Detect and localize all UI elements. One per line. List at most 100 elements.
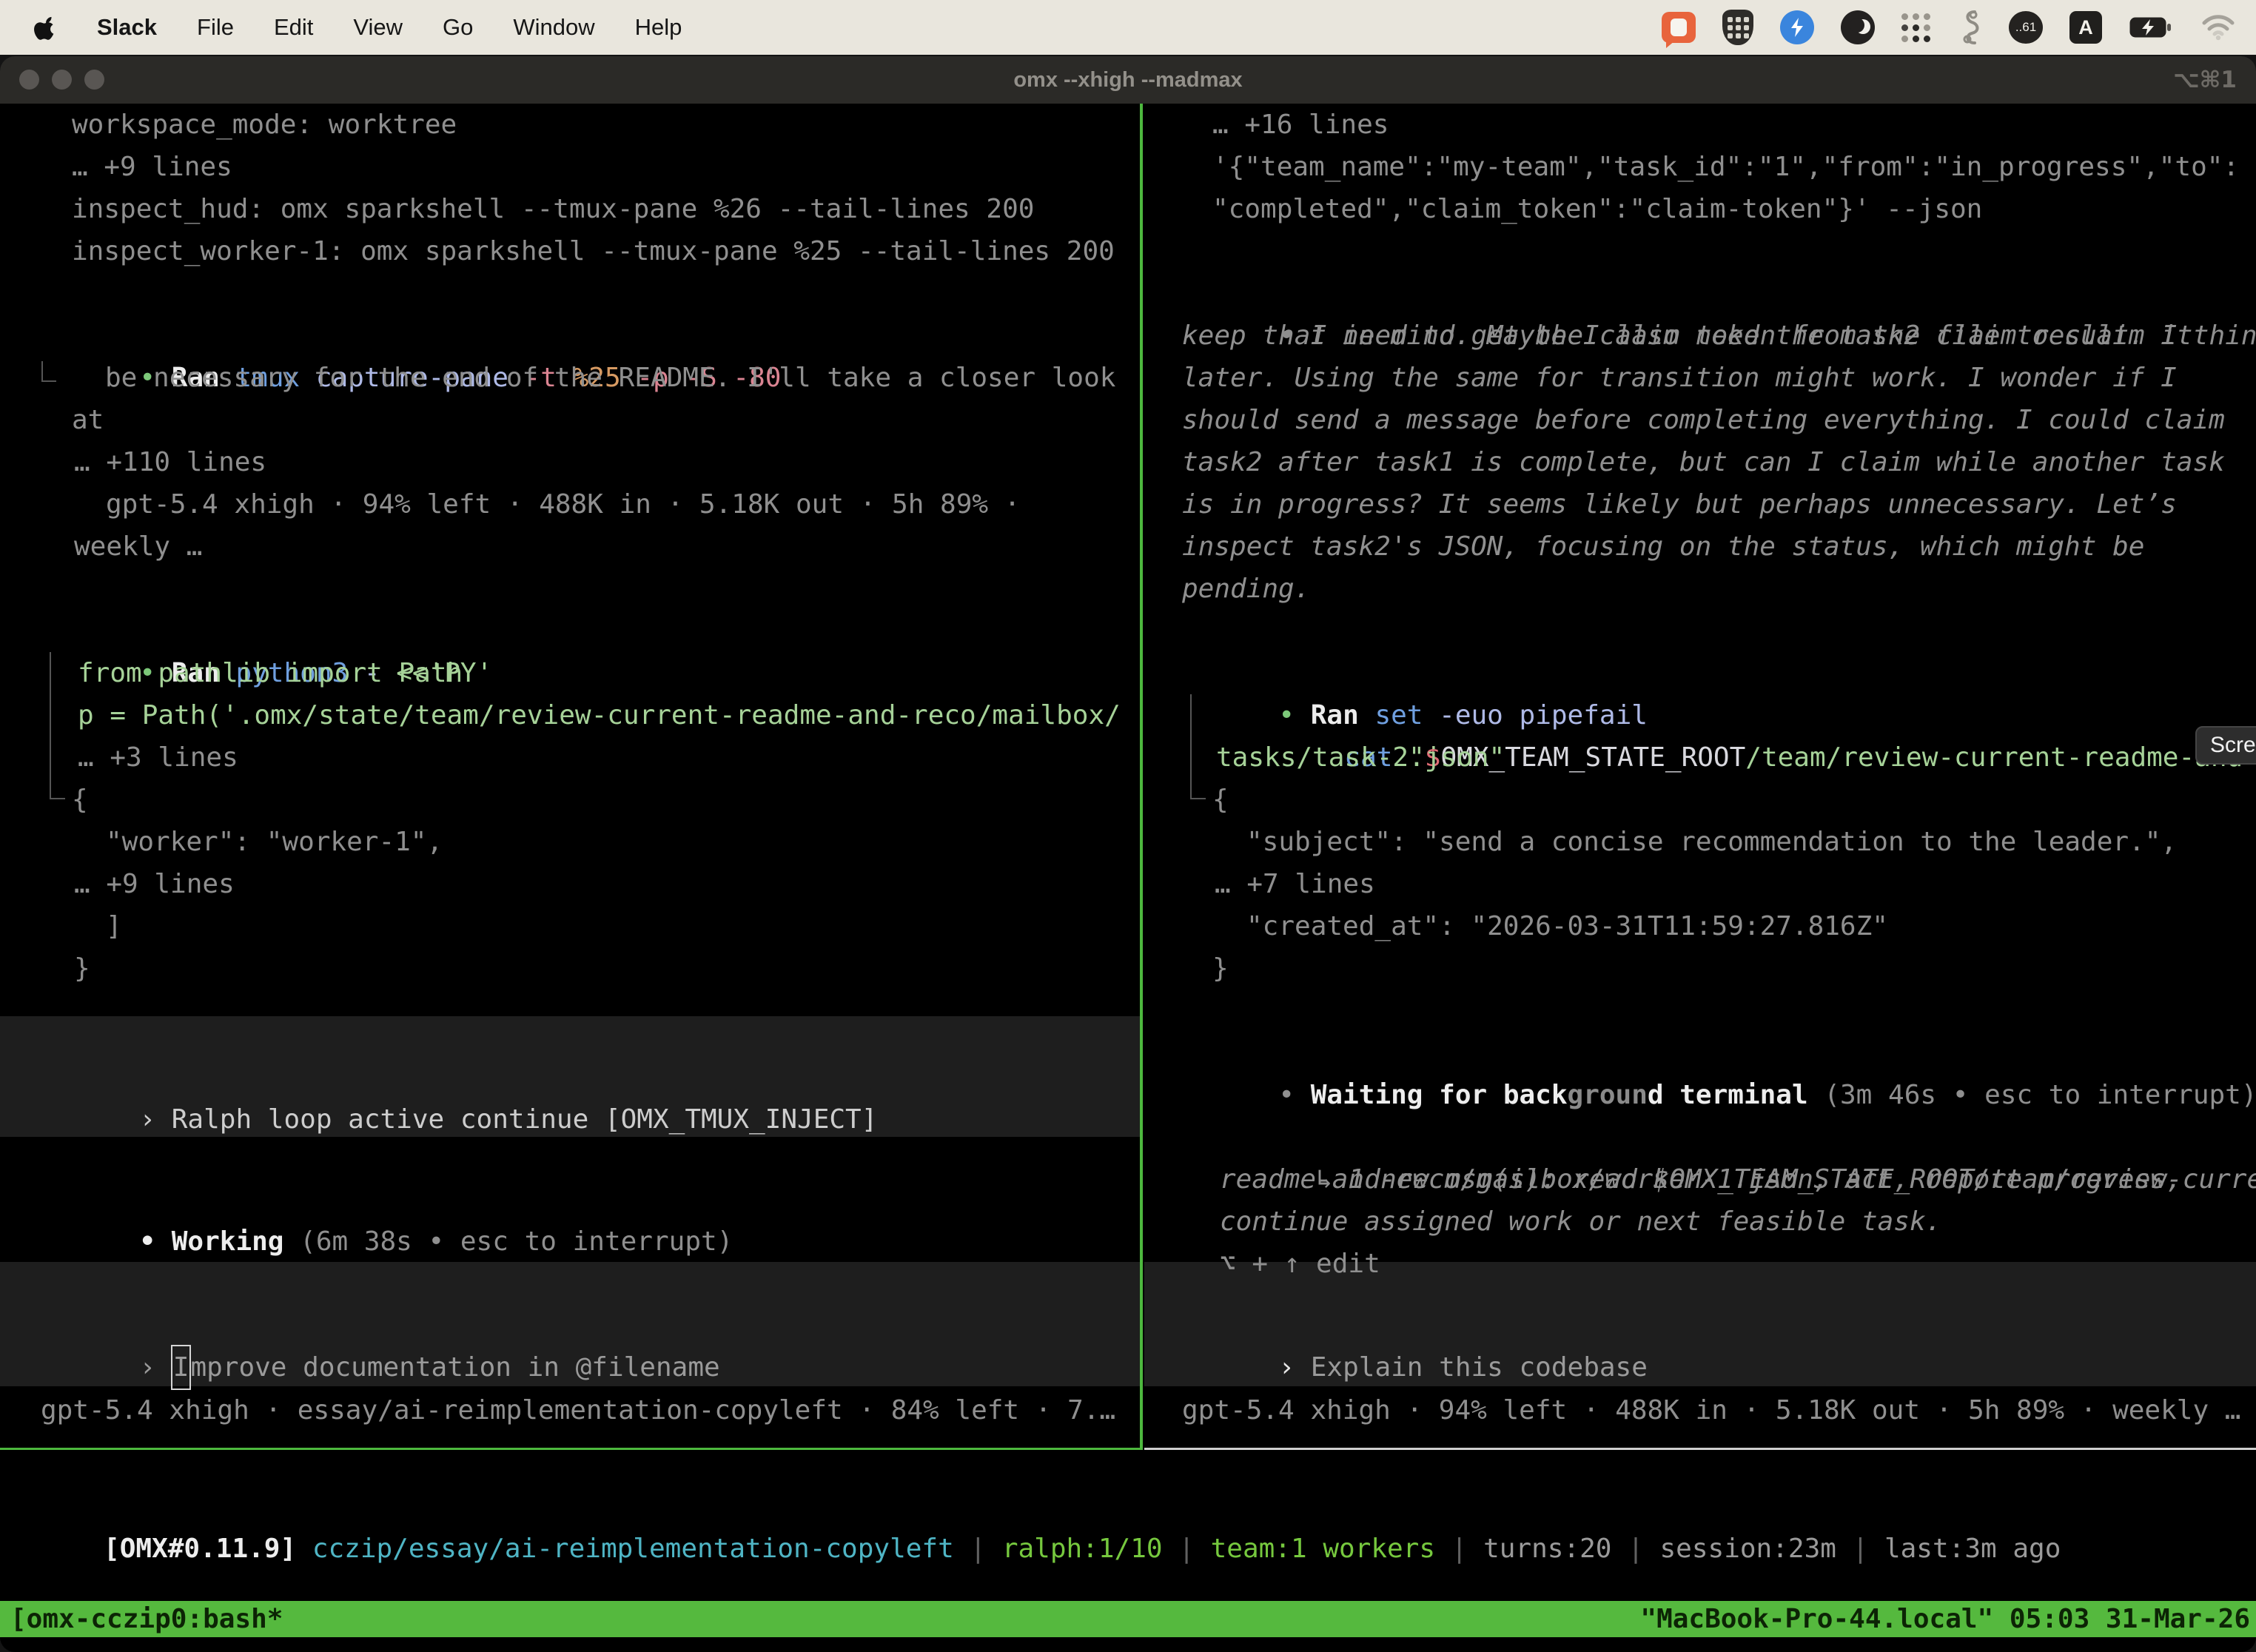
battery-icon[interactable] (2129, 15, 2175, 40)
apple-icon (33, 13, 58, 42)
more-lines: … +16 lines (1212, 104, 1389, 146)
working-meta: (6m 38s • esc to interrupt) (283, 1226, 733, 1257)
thinking-line: task2 after task1 is complete, but can I… (1182, 441, 2225, 483)
output-line: ] (106, 905, 122, 947)
thinking-line: inspect task2's JSON, focusing on the st… (1182, 526, 2144, 568)
menu-item-edit[interactable]: Edit (254, 14, 333, 41)
menu-item-view[interactable]: View (333, 14, 423, 41)
bullet-icon: • (139, 1226, 171, 1257)
separator: | (970, 1534, 986, 1564)
code-line: cat "$OMX_TEAM_STATE_ROOT/team/review-cu… (1216, 694, 2256, 736)
more-lines: … +3 lines (78, 736, 238, 779)
output-line: "subject": "send a concise recommendatio… (1246, 821, 2177, 863)
output-line: { (72, 779, 88, 821)
window-title: omx --xhigh --madmax (0, 56, 2256, 104)
output-line: } (74, 947, 90, 990)
thinking-line: keep that in mind. Maybe I also need the… (1182, 315, 2192, 357)
omx-last: last:3m ago (1868, 1534, 2061, 1564)
menu-item-file[interactable]: File (177, 14, 254, 41)
menu-left: Slack File Edit View Go Window Help (0, 13, 702, 42)
omx-version: [OMX#0.11.9] (104, 1534, 296, 1564)
output-line: weekly … (74, 526, 202, 568)
hud-line: … +9 lines (72, 146, 232, 188)
code-line: from pathlib import Path (78, 652, 463, 694)
left-pane-border (0, 1448, 1140, 1450)
edit-shortcut-hint: ⌥ + ↑ edit (1220, 1243, 1380, 1285)
mailbox-msg-line: readme-and-reco/mailbox/worker-1.json, a… (1220, 1158, 2182, 1201)
pane-divider[interactable] (1140, 104, 1143, 1450)
menu-item-go[interactable]: Go (423, 14, 493, 41)
thinking-line: is in progress? It seems likely but perh… (1182, 483, 2177, 526)
output-line: } (1212, 947, 1229, 990)
output-line: "created_at": "2026-03-31T11:59:27.816Z" (1246, 905, 1888, 947)
bullet-icon: • (1278, 1080, 1310, 1110)
tmux-status-bar: [omx-cczip0:bash* "MacBook-Pro-44.local"… (0, 1601, 2256, 1637)
omx-status-line: [OMX#0.11.9] cczip/essay/ai-reimplementa… (7, 1485, 2061, 1528)
prompt-chevron-icon: › (139, 1104, 171, 1135)
crescent-icon[interactable] (1841, 10, 1875, 44)
tmux-host-clock: "MacBook-Pro-44.local" 05:03 31-Mar-26 (1640, 1604, 2256, 1634)
output-connector (41, 380, 56, 382)
left-prompt-input[interactable]: › Improve documentation in @filename (11, 1304, 720, 1346)
output-line: "worker": "worker-1", (106, 821, 443, 863)
separator: | (1451, 1534, 1468, 1564)
output-line: … +110 lines (74, 441, 266, 483)
wifi-icon[interactable] (2201, 14, 2235, 41)
ralph-loop-text: Ralph loop active continue [OMX_TMUX_INJ… (172, 1104, 878, 1135)
squiggle-icon[interactable] (1957, 9, 1982, 46)
badge-61-icon[interactable]: ..61 (2009, 11, 2043, 44)
code-connector (1190, 694, 1192, 799)
thinking-line: should send a message before completing … (1182, 399, 2225, 441)
output-line: '{"team_name":"my-team","task_id":"1","f… (1212, 146, 2239, 188)
waiting-label: d terminal (1648, 1080, 1808, 1110)
menu-item-window[interactable]: Window (493, 14, 614, 41)
window-shortcut-hint: ⌥⌘1 (2173, 56, 2237, 104)
output-line: … +9 lines (74, 863, 235, 905)
shield-grid-icon[interactable] (1722, 10, 1753, 45)
menu-item-help[interactable]: Help (615, 14, 702, 41)
dot-grid-icon[interactable] (1901, 13, 1930, 42)
placeholder-text: Explain this codebase (1311, 1352, 1648, 1383)
hud-line: inspect_worker-1: omx sparkshell --tmux-… (72, 230, 1115, 272)
omx-team: team:1 workers (1195, 1534, 1451, 1564)
blue-bolt-icon[interactable] (1780, 10, 1814, 44)
output-line: { (1212, 779, 1229, 821)
working-status-line: • Working (6m 38s • esc to interrupt) (11, 1178, 733, 1220)
ran-tmux-line: • Ran tmux capture-pane -t %25 -p -S -80 (11, 315, 781, 357)
ralph-loop-banner: › Ralph loop active continue [OMX_TMUX_I… (11, 1056, 877, 1098)
screen-tooltip: Scre (2195, 726, 2256, 765)
placeholder-text: mprove documentation in @filename (190, 1352, 719, 1383)
waiting-label: Waiting for back (1311, 1080, 1568, 1110)
right-prompt-input[interactable]: › Explain this codebase (1150, 1304, 1648, 1346)
mailbox-msg-line: ↳ 1 new msg(s): read $OMX_TEAM_STATE_ROO… (1188, 1116, 2256, 1158)
hud-line: inspect_hud: omx sparkshell --tmux-pane … (72, 188, 1034, 230)
more-lines: … +7 lines (1215, 863, 1375, 905)
output-line: "completed","claim_token":"claim-token"}… (1212, 188, 1982, 230)
code-line: tasks/task-2.json" (1216, 736, 1505, 779)
separator: | (1628, 1534, 1644, 1564)
menu-status-icons: ..61 A (1662, 9, 2256, 46)
output-line: gpt-5.4 xhigh · 94% left · 488K in · 5.1… (106, 483, 1020, 526)
screen: Slack File Edit View Go Window Help (0, 0, 2256, 1652)
menu-item-slack[interactable]: Slack (77, 14, 177, 41)
omx-session: session:23m (1644, 1534, 1853, 1564)
text-cursor: I (171, 1345, 192, 1390)
omx-repo: cczip/essay/ai-reimplementation-copyleft (296, 1534, 970, 1564)
output-connector (41, 361, 43, 382)
chat-app-icon[interactable] (1662, 12, 1696, 43)
waiting-status-line: • Waiting for background terminal (3m 46… (1150, 1032, 2256, 1074)
right-pane-status: gpt-5.4 xhigh · 94% left · 488K in · 5.1… (1182, 1389, 2240, 1431)
thinking-line: • I need to get the claim token from the… (1150, 272, 2256, 315)
mailbox-msg-line: continue assigned work or next feasible … (1220, 1201, 1941, 1243)
macos-menu-bar: Slack File Edit View Go Window Help (0, 0, 2256, 55)
right-pane-border (1144, 1448, 2256, 1450)
prompt-chevron-icon: › (139, 1352, 171, 1383)
apple-menu[interactable] (25, 13, 77, 42)
ran-cat-line: • Ran set -euo pipefail (1150, 652, 1648, 694)
output-line: at (72, 399, 104, 441)
code-connector (50, 798, 65, 799)
waiting-label-shimmer: groun (1568, 1080, 1648, 1110)
input-source-icon[interactable]: A (2069, 11, 2102, 44)
prompt-chevron-icon: › (1278, 1352, 1310, 1383)
code-connector (1190, 798, 1206, 799)
